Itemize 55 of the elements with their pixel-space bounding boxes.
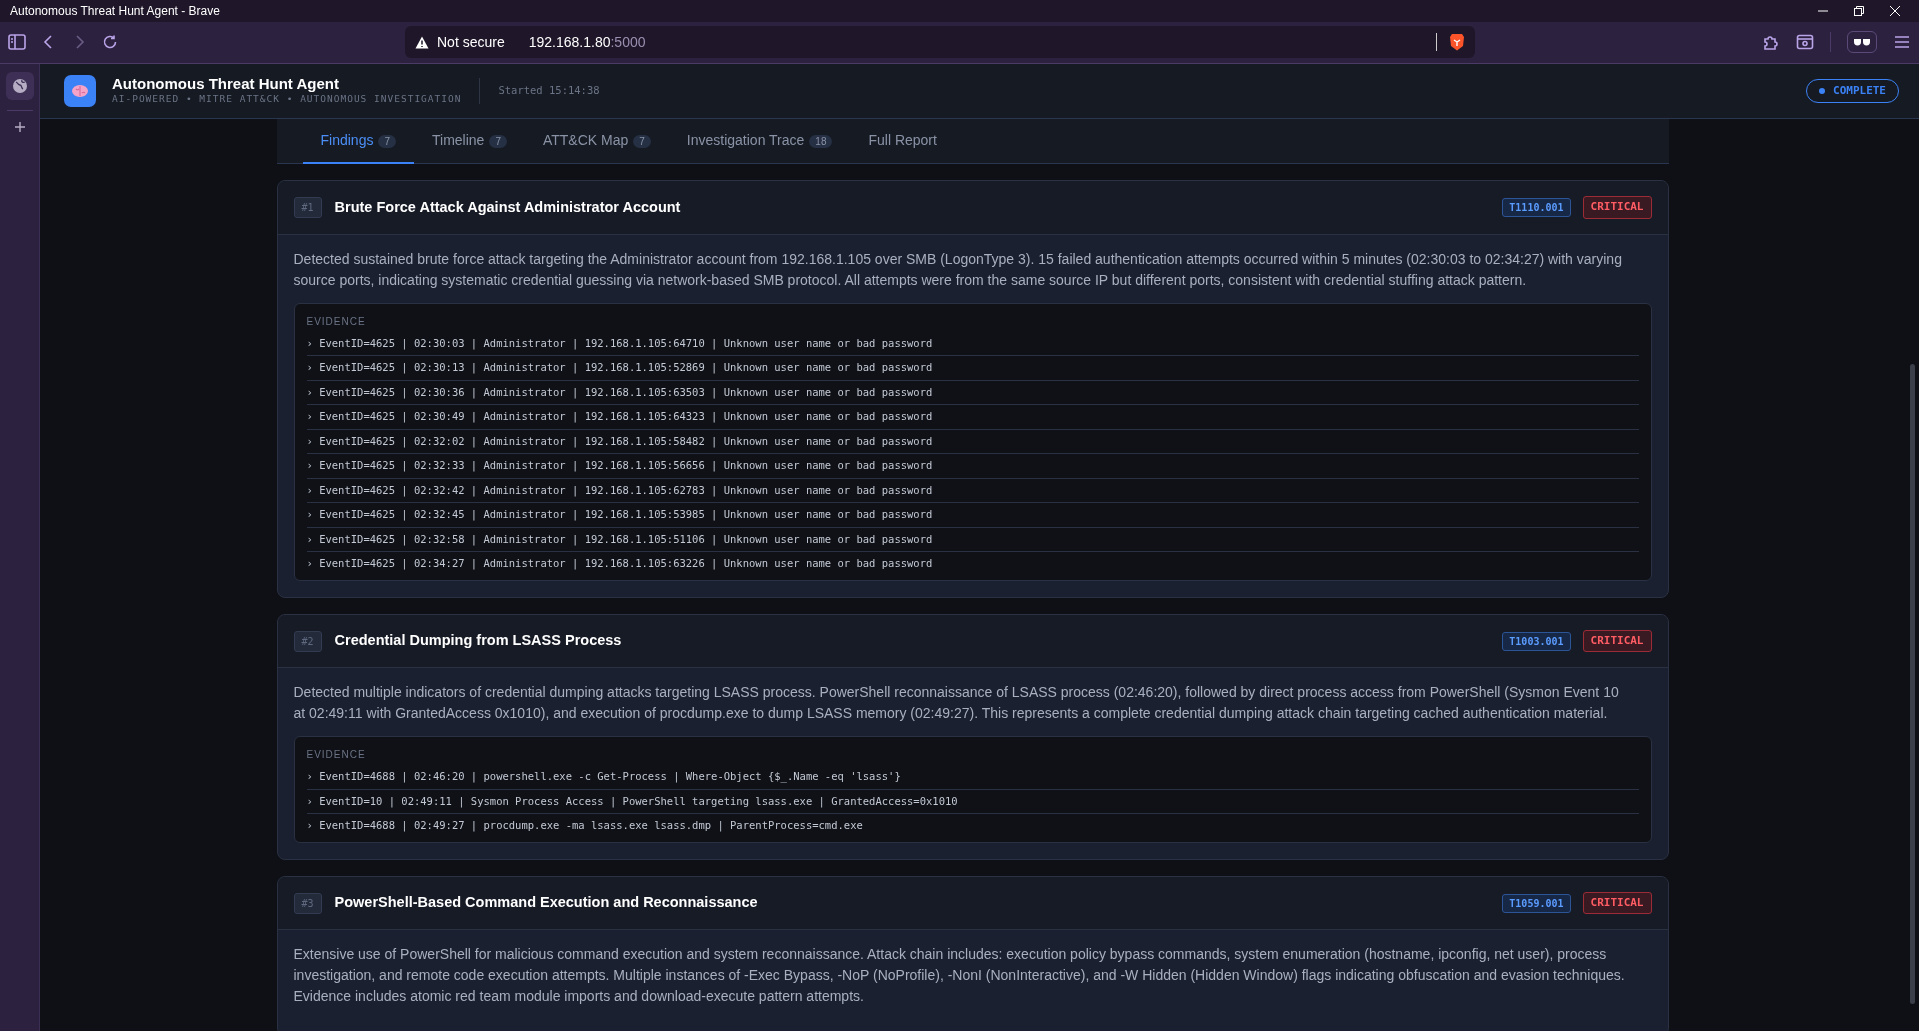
finding-description: Extensive use of PowerShell for malicious command execution and system reconnaissance. Attack chain includes: execution policy bypass commands, system enumeration (hostname, ipconfig, net user), process investigation, and remote code execution attempts. Multiple instances of -Exec Bypass, -NoP (NoProfile), -NonI (NonInteractive), and -W Hidden (Hidden Window) flags indicating obfuscation and evasion techniques. Evidence includes atomic red team module imports and download-execute pattern attempts. [293,945,1626,1007]
plus-icon[interactable] [13,120,26,133]
finding-description: Detected multiple indicators of credential dumping attacks targeting LSASS process. PowerShell reconnaissance of LSASS process (02:46:20), followed by direct process access from PowerShell (Sysmon Event 10 at 02:49:11 with GrantedAccess 0x1010), and execution of procdump.exe to dump LSASS memory (02:49:27). This represents a complete credential dumping attack chain targeting cached authentication material. [293,683,1620,724]
wallet-icon[interactable] [1796,33,1814,52]
evidence-line: › EventID=4625 | 02:30:13 | Administrator | 192.168.1.105:52869 | Unknown user name or bad password [306,356,1639,381]
tab[interactable]: Timeline 7 [414,119,525,165]
private-window-button[interactable] [1847,31,1877,54]
restore-icon[interactable] [1853,4,1865,17]
evidence-line: › EventID=4625 | 02:32:33 | Administrator | 192.168.1.105:56656 | Unknown user name or bad password [306,454,1639,479]
evidence-line: › EventID=4625 | 02:34:27 | Administrator | 192.168.1.105:63226 | Unknown user name or bad password [306,556,934,572]
tab[interactable]: ATT&CK Map 7 [524,119,669,165]
technique-tag: T1110.001 [1502,198,1571,218]
app-title: Autonomous Threat Hunt Agent [112,75,340,93]
evidence-line: › EventID=4625 | 02:32:42 | Administrator | 192.168.1.105:62783 | Unknown user name or bad password [306,478,1639,504]
tab[interactable]: Findings 7 [302,119,414,165]
technique-tag: T1059.001 [1502,893,1571,913]
evidence-line: › EventID=4625 | 02:30:49 | Administrator | 192.168.1.105:64323 | Unknown user name or bad password [306,405,1639,430]
severity-tag: CRITICAL [1582,629,1652,653]
scrollbar-thumb[interactable] [1909,364,1915,1005]
evidence-label: EVIDENCE [306,748,367,763]
finding-description: Detected sustained brute force attack targeting the Administrator account from 192.168.1.105 over SMB (LogonType 3). 15 failed authentication attempts occurred within 5 minutes (02:30:03 to 02:34:27) with varying source ports, indicating systematic credential guessing via network-based SMB protocol. All attempts were from the same source IP but different ports, consistent with credential stuffing attack pattern. [293,249,1623,290]
finding-number: #3 [293,892,322,914]
finding-number: #2 [293,630,322,652]
finding-title: Credential Dumping from LSASS Process [334,631,622,651]
technique-tag: T1003.001 [1502,631,1571,651]
finding-number: #1 [293,197,322,219]
severity-tag: CRITICAL [1582,891,1652,915]
globe-icon [11,77,28,94]
evidence-line: › EventID=4625 | 02:32:45 | Administrator | 192.168.1.105:53985 | Unknown user name or bad password [306,503,1639,528]
url-text[interactable]: 192.168.1.80:5000 [528,31,646,53]
menu-icon[interactable] [1893,34,1911,51]
evidence-label: EVIDENCE [306,314,367,329]
sidebar-tab[interactable] [5,71,34,100]
warning-icon [415,35,429,49]
start-time: Started 15:14:38 [498,83,600,99]
reload-icon[interactable] [102,34,118,51]
glasses-icon [1853,38,1871,47]
security-label[interactable]: Not secure [437,31,505,53]
evidence-line: › EventID=4625 | 02:30:36 | Administrator | 192.168.1.105:63503 | Unknown user name or bad password [306,380,1639,406]
app-subtitle: AI-POWERED • MITRE ATT&CK • AUTONOMOUS INVESTIGATION [112,92,462,107]
evidence-line: › EventID=10 | 02:49:11 | Sysmon Process Access | PowerShell targeting lsass.exe | GrantedAccess=0x1010 [306,789,1639,815]
tab[interactable]: Full Report [850,119,955,165]
tab[interactable]: Investigation Trace 18 [668,119,851,165]
evidence-line: › EventID=4688 | 02:46:20 | powershell.exe -c Get-Process | Where-Object {$_.Name -eq 'lsass'} [306,765,1639,790]
evidence-line: › EventID=4688 | 02:49:27 | procdump.exe -ma lsass.exe lsass.dmp | ParentProcess=cmd.exe [306,818,864,834]
finding-title: Brute Force Attack Against Administrator Account [334,197,681,217]
evidence-line: › EventID=4625 | 02:30:03 | Administrator | 192.168.1.105:64710 | Unknown user name or bad password [306,331,1639,357]
close-icon[interactable] [1889,4,1901,17]
severity-tag: CRITICAL [1582,196,1652,219]
evidence-line: › EventID=4625 | 02:32:02 | Administrator | 192.168.1.105:58482 | Unknown user name or bad password [306,429,1639,455]
evidence-line: › EventID=4625 | 02:32:58 | Administrator | 192.168.1.105:51106 | Unknown user name or bad password [306,527,1639,553]
sidebar-toggle-icon[interactable] [8,33,26,52]
finding-title: PowerShell-Based Command Execution and Reconnaissance [334,893,758,913]
puzzle-icon[interactable] [1762,33,1780,52]
window-title: Autonomous Threat Hunt Agent - Brave [10,2,220,20]
